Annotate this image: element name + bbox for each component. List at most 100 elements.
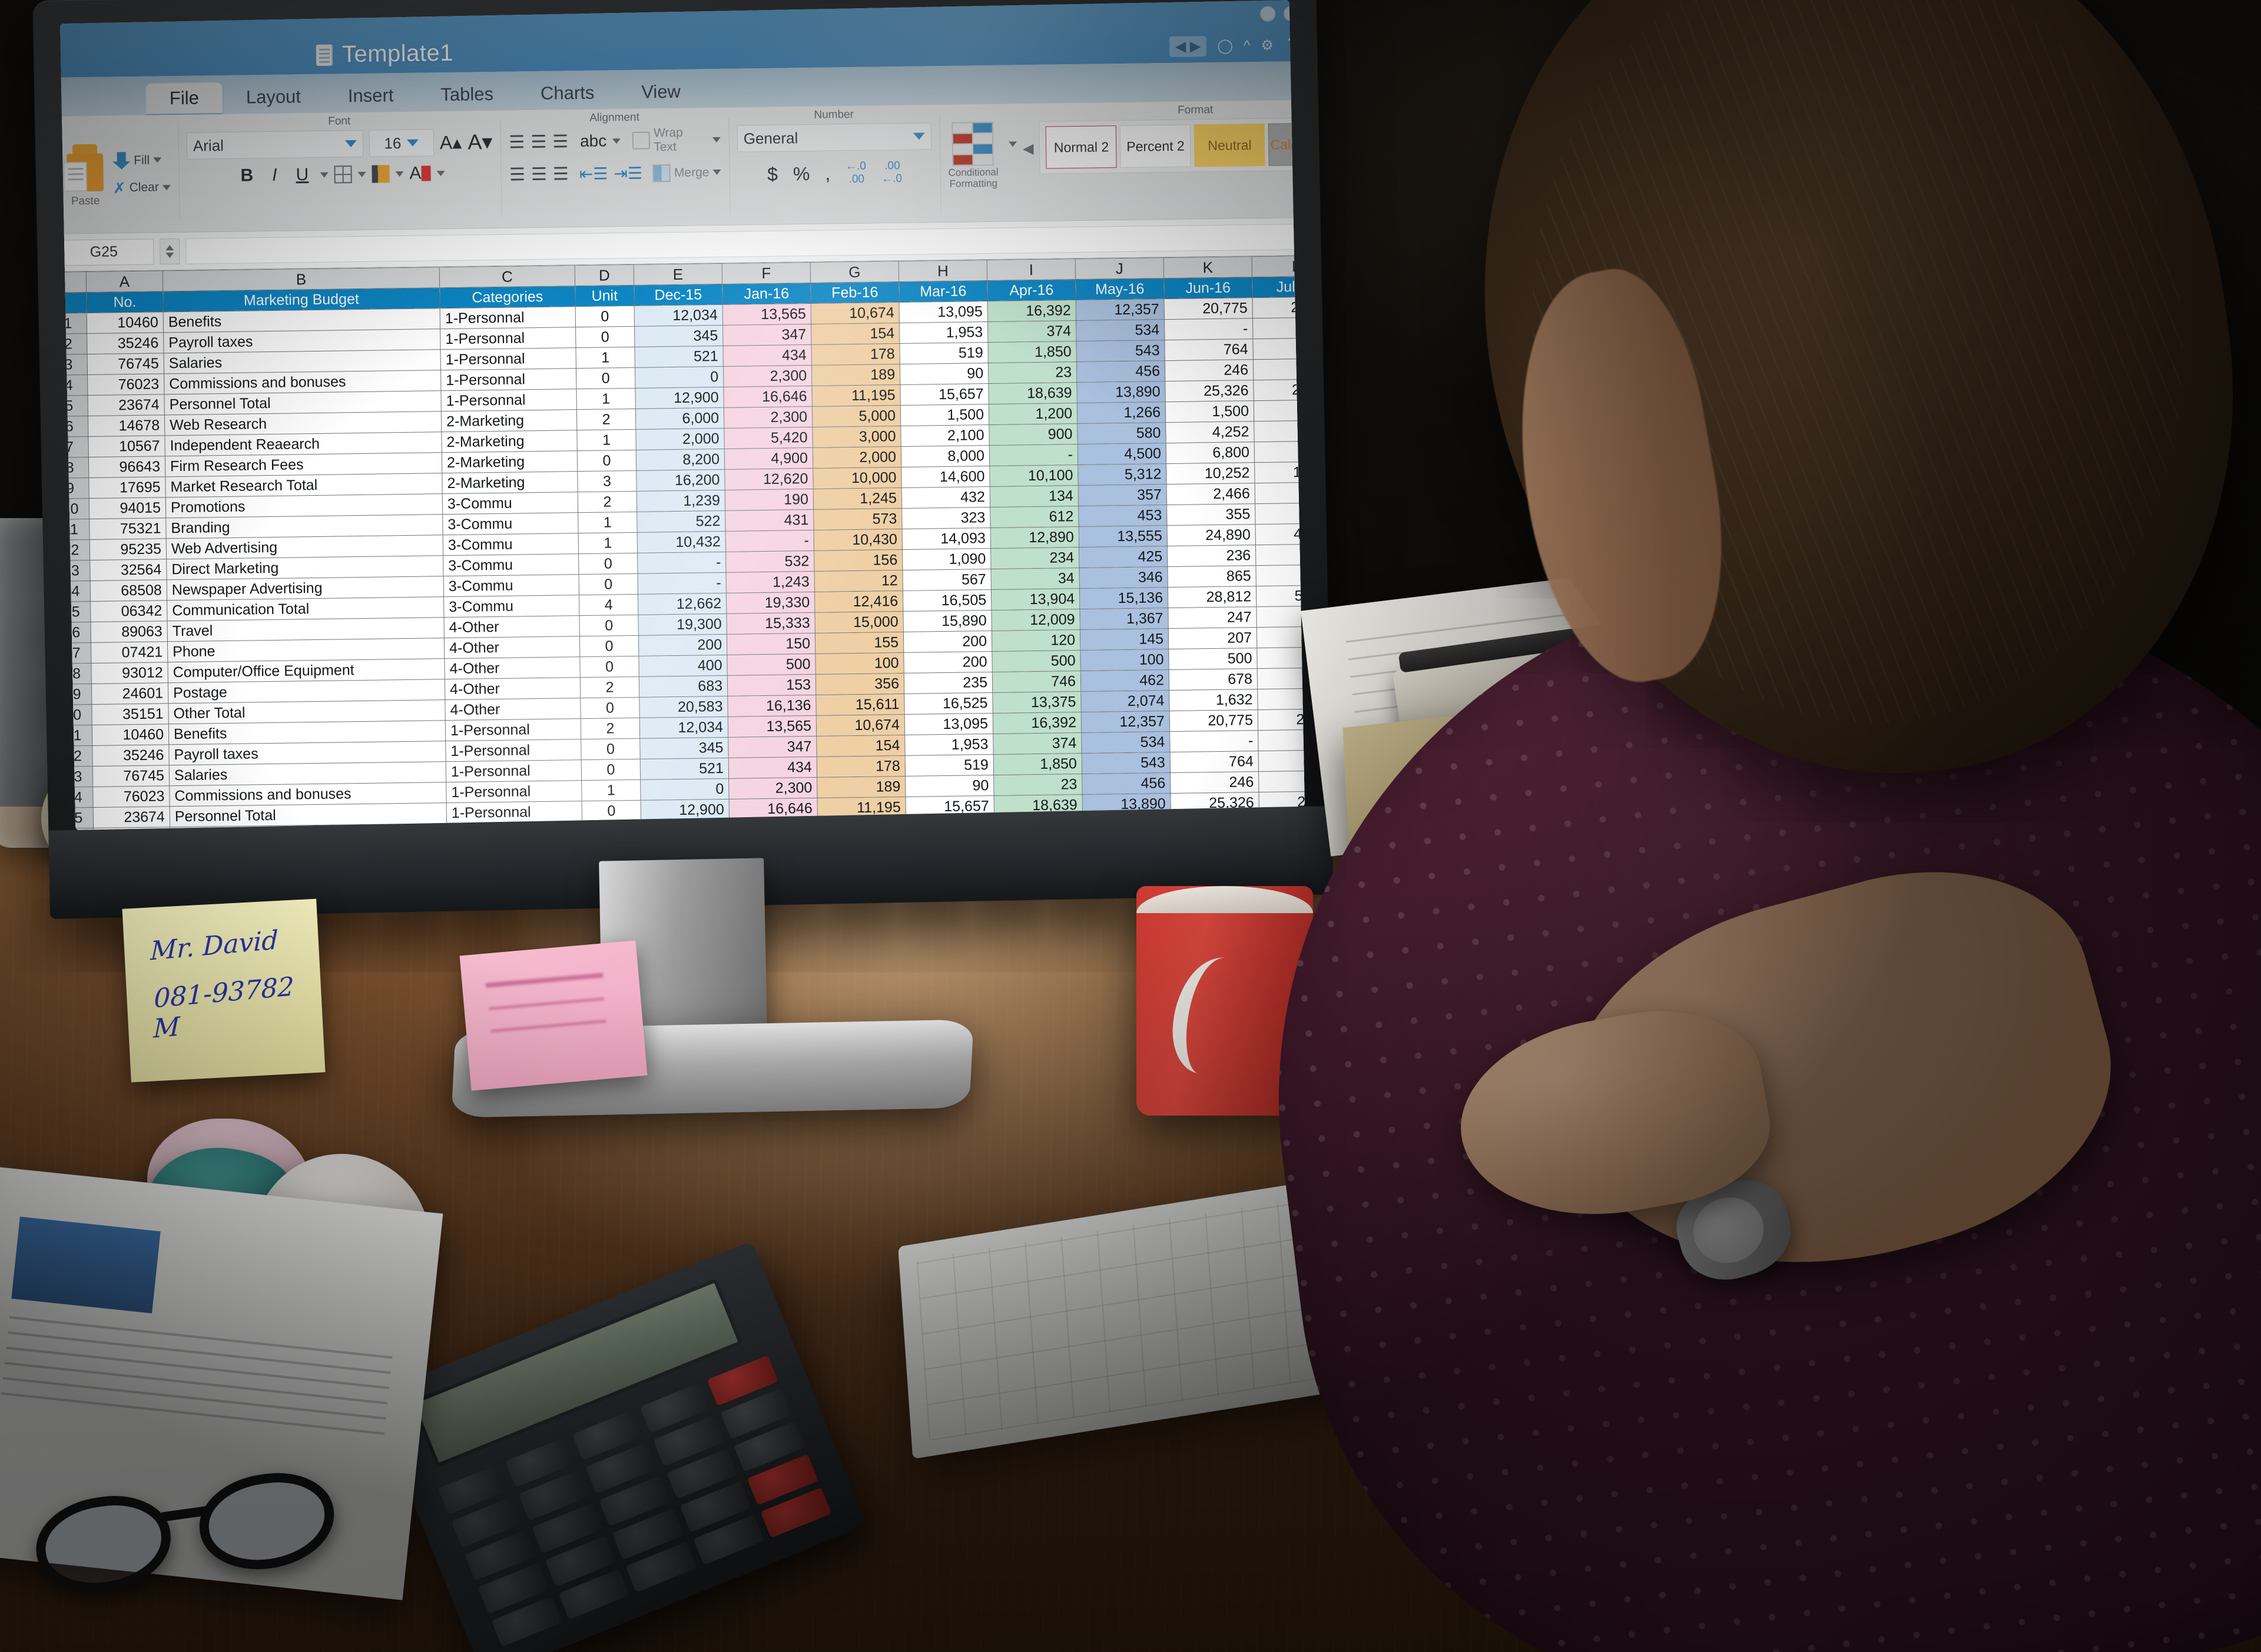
table-cell[interactable]: 1,367 <box>1079 608 1169 630</box>
header-cell[interactable]: Unit <box>575 285 635 307</box>
table-cell[interactable]: 15,136 <box>1079 587 1168 609</box>
table-cell[interactable]: 13,904 <box>991 588 1080 611</box>
table-cell[interactable]: 24601 <box>91 682 168 705</box>
table-cell[interactable]: - <box>637 552 727 574</box>
table-cell[interactable]: 20,583 <box>639 696 728 718</box>
table-cell[interactable]: 0 <box>581 759 641 781</box>
table-cell[interactable]: - <box>638 572 727 595</box>
table-cell[interactable]: 1,703 <box>1257 688 1305 710</box>
table-cell[interactable]: - <box>1255 482 1305 504</box>
borders-icon[interactable] <box>334 165 352 184</box>
table-cell[interactable]: - <box>725 530 814 552</box>
table-cell[interactable]: 28,812 <box>1168 586 1257 608</box>
table-cell[interactable]: 16,505 <box>903 589 992 612</box>
table-cell[interactable]: 3,674 <box>1254 420 1305 442</box>
table-cell[interactable]: 345 <box>634 325 723 347</box>
table-cell[interactable]: 4-Other <box>444 656 581 679</box>
table-cell[interactable]: 12,357 <box>1076 298 1165 321</box>
table-cell[interactable]: 1-Personnal <box>446 780 582 803</box>
table-cell[interactable]: 95235 <box>89 538 167 560</box>
table-cell[interactable]: 2-Marketing <box>441 409 577 432</box>
table-cell[interactable]: 76023 <box>92 785 170 808</box>
chevron-down-icon[interactable] <box>612 138 621 144</box>
table-cell[interactable]: 13,375 <box>992 691 1082 714</box>
table-cell[interactable]: 573 <box>813 508 903 530</box>
table-cell[interactable]: 1,200 <box>989 403 1078 425</box>
header-cell[interactable]: May-16 <box>1075 278 1164 300</box>
table-cell[interactable]: 2-Marketing <box>441 430 578 453</box>
table-cell[interactable]: 462 <box>1080 669 1169 692</box>
table-cell[interactable]: 24,766 <box>1258 708 1305 731</box>
table-cell[interactable]: 13,095 <box>904 713 993 735</box>
table-cell[interactable]: 207 <box>1168 627 1257 649</box>
column-header-e[interactable]: E <box>634 263 722 286</box>
table-cell[interactable]: 109 <box>1257 626 1305 648</box>
table-cell[interactable]: 246 <box>1170 771 1259 794</box>
search-icon[interactable]: ◯ <box>1217 38 1233 55</box>
table-cell[interactable]: 567 <box>902 569 992 591</box>
spreadsheet-grid[interactable]: ABCDEFGHIJKLNo.Marketing BudgetCategorie… <box>59 254 1305 830</box>
currency-button[interactable]: $ <box>767 163 778 185</box>
table-cell[interactable]: 0 <box>578 553 638 575</box>
chevron-down-icon[interactable] <box>344 140 357 148</box>
tab-file[interactable]: File <box>145 82 223 115</box>
table-cell[interactable]: 346 <box>1079 566 1168 589</box>
table-cell[interactable]: 519 <box>899 342 989 364</box>
table-cell[interactable]: 347 <box>722 324 811 346</box>
table-cell[interactable]: 12,357 <box>1081 711 1170 733</box>
table-cell[interactable]: 1,850 <box>993 753 1082 775</box>
table-cell[interactable]: 100 <box>1080 649 1169 671</box>
collapse-ribbon-icon[interactable]: ^ <box>1244 38 1251 54</box>
tab-insert[interactable]: Insert <box>324 80 417 113</box>
table-cell[interactable]: 234 <box>990 547 1079 569</box>
table-cell[interactable]: 3 <box>577 470 637 492</box>
table-cell[interactable]: 746 <box>992 671 1081 693</box>
table-cell[interactable]: 2 <box>581 718 640 739</box>
table-cell[interactable]: 521 <box>640 758 729 780</box>
table-cell[interactable]: 4-Other <box>445 698 581 721</box>
table-cell[interactable]: 20,775 <box>1169 709 1258 732</box>
table-cell[interactable]: 400 <box>638 655 728 677</box>
table-cell[interactable]: 06342 <box>90 600 168 622</box>
table-cell[interactable]: 15,074 <box>1254 461 1305 483</box>
table-cell[interactable]: 1 <box>578 512 638 533</box>
table-cell[interactable]: 247 <box>1168 606 1257 629</box>
orientation-button[interactable]: abc <box>580 131 607 151</box>
table-cell[interactable]: 12,900 <box>635 387 724 409</box>
increase-indent-icon[interactable]: ⇥☰ <box>614 164 642 184</box>
table-cell[interactable]: 90 <box>900 363 989 385</box>
column-header-c[interactable]: C <box>439 265 575 288</box>
table-cell[interactable]: 154 <box>811 323 900 345</box>
table-cell[interactable]: 2,300 <box>723 365 812 387</box>
table-cell[interactable]: 76745 <box>87 353 164 375</box>
table-cell[interactable]: 4,900 <box>724 447 813 470</box>
table-cell[interactable]: 0 <box>579 656 639 678</box>
italic-button[interactable]: I <box>264 165 284 185</box>
table-cell[interactable]: 1-Personnal <box>446 801 582 824</box>
table-cell[interactable]: 11,195 <box>811 384 901 407</box>
table-cell[interactable]: 13,095 <box>899 301 988 323</box>
table-cell[interactable]: 76745 <box>92 765 170 787</box>
table-cell[interactable]: 0 <box>581 738 641 760</box>
table-cell[interactable]: 543 <box>1076 340 1165 362</box>
header-cell[interactable]: Categories <box>439 286 576 308</box>
table-cell[interactable]: 1,953 <box>899 321 988 344</box>
table-cell[interactable]: 16,136 <box>727 695 817 717</box>
table-cell[interactable]: 13,565 <box>722 303 811 326</box>
table-cell[interactable]: 0 <box>640 778 730 801</box>
table-cell[interactable]: 764 <box>1164 339 1254 361</box>
table-cell[interactable]: 1-Personnal <box>445 739 582 762</box>
table-cell[interactable]: 355 <box>1166 503 1256 526</box>
table-cell[interactable]: 345 <box>639 737 729 759</box>
table-cell[interactable]: 68508 <box>90 579 167 602</box>
fill-color-icon[interactable] <box>372 165 390 183</box>
table-cell[interactable]: 5,312 <box>1078 463 1167 486</box>
table-cell[interactable]: 45,780 <box>1255 523 1305 545</box>
table-cell[interactable]: 75321 <box>89 518 167 540</box>
table-cell[interactable]: 2,300 <box>724 406 813 429</box>
wrap-text-button[interactable]: Wrap Text <box>632 125 721 155</box>
table-cell[interactable]: 100 <box>815 652 904 675</box>
table-cell[interactable]: 10567 <box>88 435 165 457</box>
table-cell[interactable]: 1 <box>581 779 641 801</box>
chevron-down-icon[interactable] <box>320 172 329 178</box>
